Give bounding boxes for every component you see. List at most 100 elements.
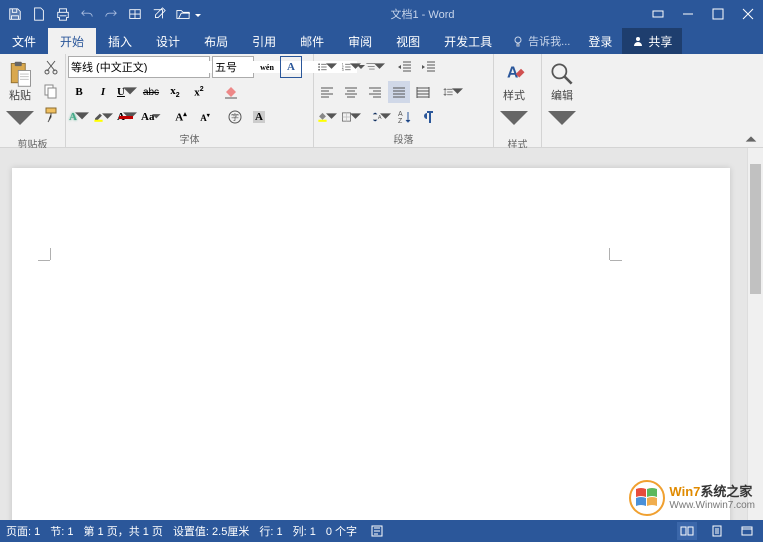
scrollbar-thumb[interactable]	[750, 164, 761, 294]
tab-developer[interactable]: 开发工具	[432, 28, 504, 54]
paste-label: 粘贴	[9, 90, 31, 102]
tell-me-search[interactable]: 告诉我...	[504, 28, 578, 54]
enclose-characters-icon[interactable]: 字	[224, 106, 246, 128]
tab-insert[interactable]: 插入	[96, 28, 144, 54]
qat-customize-icon[interactable]	[194, 3, 202, 25]
share-button[interactable]: 共享	[622, 28, 682, 54]
lightbulb-icon	[512, 35, 524, 47]
bullets-icon[interactable]	[316, 56, 338, 78]
sign-in-button[interactable]: 登录	[578, 28, 622, 54]
tab-file[interactable]: 文件	[0, 28, 48, 54]
tab-view[interactable]: 视图	[384, 28, 432, 54]
asian-layout-icon[interactable]: A	[370, 106, 392, 128]
close-icon[interactable]	[733, 0, 763, 28]
font-name-input[interactable]	[71, 61, 213, 73]
bold-button[interactable]: B	[68, 81, 90, 103]
show-marks-icon[interactable]	[418, 106, 440, 128]
margin-mark	[609, 248, 610, 260]
italic-button[interactable]: I	[92, 81, 114, 103]
status-words[interactable]: 0 个字	[326, 523, 357, 539]
font-color-icon[interactable]: A	[116, 106, 138, 128]
status-page[interactable]: 页面: 1	[6, 523, 40, 539]
numbering-icon[interactable]: 123	[340, 56, 362, 78]
text-effects-icon[interactable]: A	[68, 106, 90, 128]
line-spacing-icon[interactable]	[442, 81, 464, 103]
sort-icon[interactable]: AZ	[394, 106, 416, 128]
cut-icon[interactable]	[40, 56, 62, 78]
font-name-combo[interactable]	[68, 56, 210, 78]
align-right-icon[interactable]	[364, 81, 386, 103]
watermark-brand: Win7系统之家	[669, 484, 755, 500]
align-center-icon[interactable]	[340, 81, 362, 103]
proofing-icon[interactable]	[367, 522, 387, 540]
change-case-icon[interactable]: Aa	[140, 106, 162, 128]
tab-review[interactable]: 审阅	[336, 28, 384, 54]
distributed-icon[interactable]	[412, 81, 434, 103]
print-icon[interactable]	[52, 3, 74, 25]
watermark-url: Www.Winwin7.com	[669, 500, 755, 512]
status-position[interactable]: 设置值: 2.5厘米	[173, 523, 249, 539]
copy-icon[interactable]	[40, 80, 62, 102]
tab-layout[interactable]: 布局	[192, 28, 240, 54]
status-section[interactable]: 节: 1	[50, 523, 73, 539]
strikethrough-icon[interactable]: abc	[140, 81, 162, 103]
increase-indent-icon[interactable]	[418, 56, 440, 78]
borders-icon[interactable]	[340, 106, 362, 128]
status-line[interactable]: 行: 1	[259, 523, 282, 539]
clear-formatting-icon[interactable]	[220, 81, 242, 103]
draw-table-icon[interactable]	[124, 3, 146, 25]
minimize-icon[interactable]	[673, 0, 703, 28]
tab-references[interactable]: 引用	[240, 28, 288, 54]
status-page-of[interactable]: 第 1 页，共 1 页	[83, 523, 162, 539]
undo-icon[interactable]	[76, 3, 98, 25]
redo-icon[interactable]	[100, 3, 122, 25]
tab-home[interactable]: 开始	[48, 28, 96, 54]
web-layout-icon[interactable]	[737, 522, 757, 540]
underline-button[interactable]: U	[116, 81, 138, 103]
justify-icon[interactable]	[388, 81, 410, 103]
subscript-icon[interactable]: x2	[164, 81, 186, 103]
share-label: 共享	[648, 33, 672, 50]
ribbon-display-icon[interactable]	[643, 0, 673, 28]
save-icon[interactable]	[4, 3, 26, 25]
print-layout-icon[interactable]	[707, 522, 727, 540]
styles-button[interactable]: A 样式	[496, 56, 532, 136]
read-mode-icon[interactable]	[677, 522, 697, 540]
grow-font-icon[interactable]: A▴	[170, 106, 192, 128]
edit-icon[interactable]	[148, 3, 170, 25]
ribbon-tabs: 文件 开始 插入 设计 布局 引用 邮件 审阅 视图 开发工具 告诉我... 登…	[0, 28, 763, 54]
multilevel-list-icon[interactable]	[364, 56, 386, 78]
tab-mailings[interactable]: 邮件	[288, 28, 336, 54]
format-painter-icon[interactable]	[40, 104, 62, 126]
superscript-icon[interactable]: x2	[188, 81, 210, 103]
paste-button[interactable]: 粘贴	[2, 56, 38, 136]
svg-text:Z: Z	[398, 118, 403, 125]
decrease-indent-icon[interactable]	[394, 56, 416, 78]
highlight-icon[interactable]	[92, 106, 114, 128]
vertical-scrollbar[interactable]	[747, 148, 763, 520]
watermark: Win7系统之家 Www.Winwin7.com	[629, 480, 755, 516]
align-left-icon[interactable]	[316, 81, 338, 103]
styles-label: 样式	[503, 90, 525, 102]
shrink-font-icon[interactable]: A▾	[194, 106, 216, 128]
title-bar: 文档1 - Word	[0, 0, 763, 28]
maximize-icon[interactable]	[703, 0, 733, 28]
tell-me-label: 告诉我...	[528, 33, 570, 49]
status-column[interactable]: 列: 1	[293, 523, 316, 539]
editing-button[interactable]: 编辑	[544, 56, 580, 136]
shading-icon[interactable]	[316, 106, 338, 128]
group-paragraph: 123	[314, 54, 494, 147]
collapse-ribbon-icon[interactable]	[743, 131, 759, 145]
svg-text:字: 字	[231, 112, 239, 122]
chevron-down-icon	[548, 104, 576, 132]
tab-design[interactable]: 设计	[144, 28, 192, 54]
status-bar: 页面: 1 节: 1 第 1 页，共 1 页 设置值: 2.5厘米 行: 1 列…	[0, 520, 763, 542]
new-doc-icon[interactable]	[28, 3, 50, 25]
open-icon[interactable]	[172, 3, 194, 25]
font-size-combo[interactable]	[212, 56, 254, 78]
svg-text:A: A	[507, 65, 518, 82]
document-page[interactable]	[12, 168, 730, 520]
character-shading-icon[interactable]: A	[248, 106, 270, 128]
phonetic-guide-icon[interactable]: wén	[256, 56, 278, 78]
character-border-icon[interactable]: A	[280, 56, 302, 78]
